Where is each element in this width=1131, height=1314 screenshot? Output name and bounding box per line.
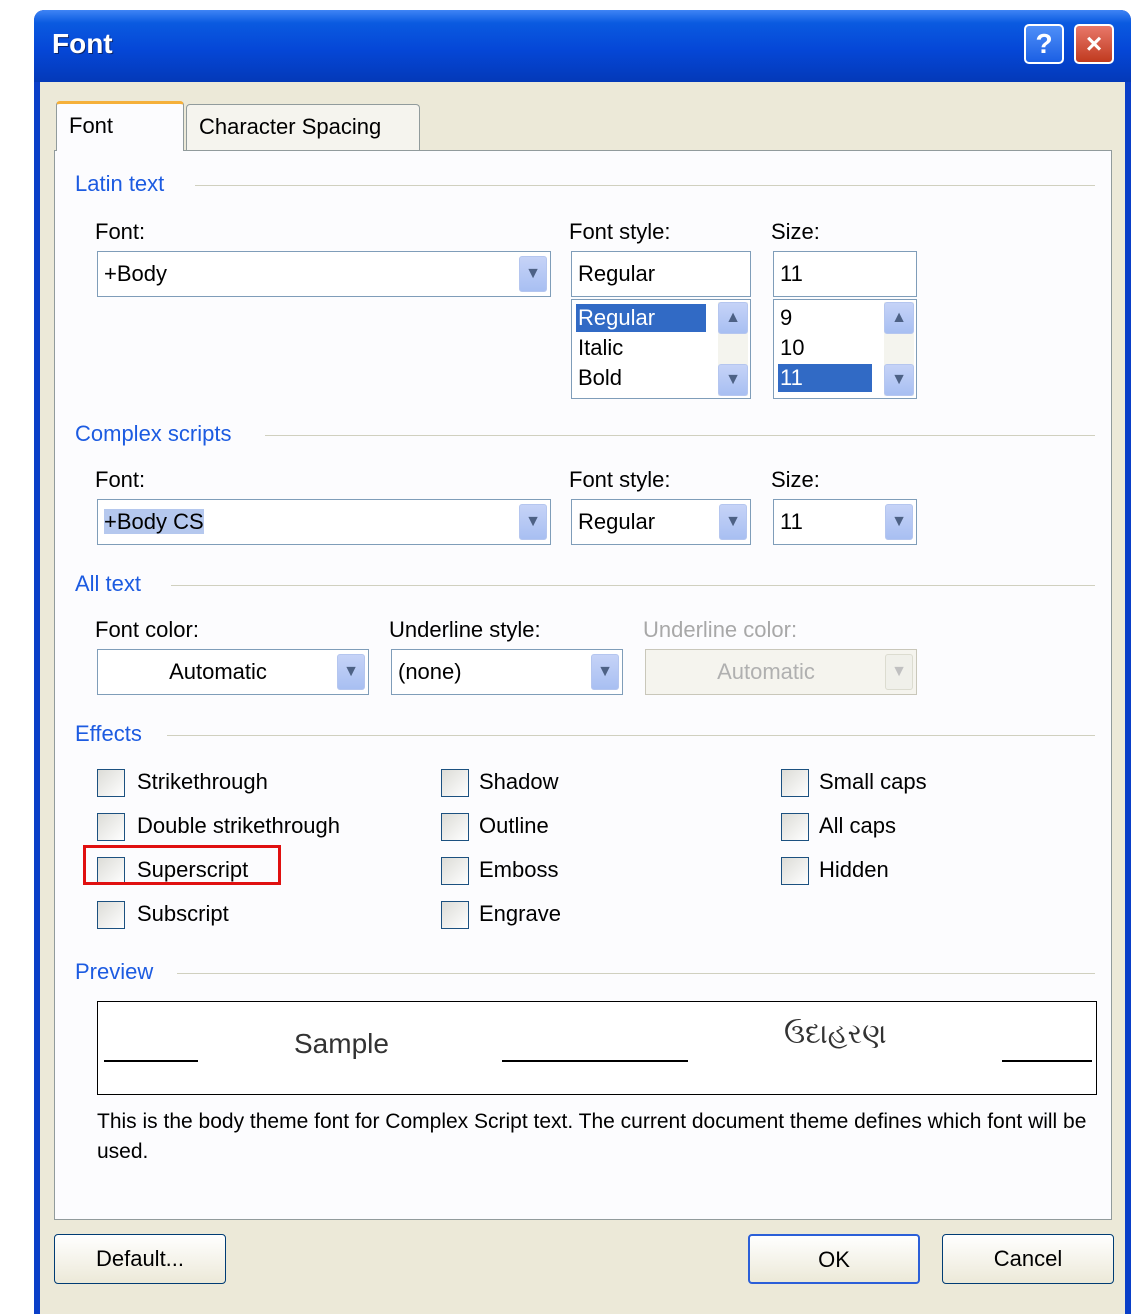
- strikethrough-label[interactable]: Strikethrough: [137, 769, 268, 795]
- divider: [265, 435, 1095, 436]
- all-text-group-label: All text: [75, 571, 142, 596]
- emboss-checkbox[interactable]: [441, 857, 469, 885]
- latin-style-value: Regular: [578, 261, 656, 286]
- chevron-down-icon[interactable]: ▼: [519, 504, 547, 540]
- underline-color-label: Underline color:: [643, 617, 798, 642]
- small-caps-label[interactable]: Small caps: [819, 769, 927, 795]
- complex-font-label: Font:: [95, 467, 146, 492]
- shadow-label[interactable]: Shadow: [479, 769, 559, 795]
- underline-color-combo: Automatic ▼: [645, 649, 917, 695]
- font-tab-panel: Latin text Font: +Body ▼ Font style: Reg…: [54, 150, 1112, 1220]
- latin-style-input[interactable]: Regular: [571, 251, 751, 297]
- complex-size-value: 11: [780, 509, 803, 534]
- default-button[interactable]: Default...: [54, 1234, 226, 1284]
- font-color-value: Automatic: [169, 659, 267, 684]
- latin-size-label: Size:: [771, 219, 820, 244]
- complex-style-value: Regular: [578, 509, 656, 534]
- list-item[interactable]: Bold: [576, 364, 622, 392]
- preview-line: [502, 1060, 688, 1062]
- scroll-up-icon[interactable]: ▲: [718, 302, 748, 334]
- preview-line: [1002, 1060, 1092, 1062]
- all-caps-checkbox[interactable]: [781, 813, 809, 841]
- chevron-down-icon[interactable]: ▼: [719, 504, 747, 540]
- dialog-body: Font Character Spacing Latin text Font: …: [40, 82, 1125, 1314]
- tab-font[interactable]: Font: [56, 101, 184, 151]
- dialog-title: Font: [52, 28, 113, 59]
- preview-description: This is the body theme font for Complex …: [97, 1110, 1087, 1163]
- ok-button[interactable]: OK: [748, 1234, 920, 1284]
- engrave-label[interactable]: Engrave: [479, 901, 561, 927]
- chevron-down-icon[interactable]: ▼: [337, 654, 365, 690]
- tab-character-spacing[interactable]: Character Spacing: [186, 104, 420, 150]
- preview-group-label: Preview: [75, 959, 154, 984]
- complex-style-label: Font style:: [569, 467, 671, 492]
- complex-font-combo[interactable]: +Body CS ▼: [97, 499, 551, 545]
- divider: [195, 185, 1095, 186]
- preview-complex-sample: ઉદાહરણ: [784, 1018, 887, 1049]
- preview-sample-text: Sample: [294, 1028, 389, 1059]
- latin-style-list[interactable]: Regular Italic Bold ▲ ▼: [571, 299, 751, 399]
- latin-font-label: Font:: [95, 219, 146, 244]
- chevron-down-icon[interactable]: ▼: [885, 504, 913, 540]
- scroll-down-icon[interactable]: ▼: [884, 364, 914, 396]
- list-item[interactable]: 9: [778, 304, 792, 332]
- complex-scripts-group-label: Complex scripts: [75, 421, 232, 446]
- cancel-button[interactable]: Cancel: [942, 1234, 1114, 1284]
- chevron-down-icon[interactable]: ▼: [519, 256, 547, 292]
- strikethrough-checkbox[interactable]: [97, 769, 125, 797]
- divider: [177, 973, 1095, 974]
- scrollbar[interactable]: ▲ ▼: [718, 302, 748, 396]
- font-color-label: Font color:: [95, 617, 199, 642]
- latin-size-input[interactable]: 11: [773, 251, 917, 297]
- scroll-up-icon[interactable]: ▲: [884, 302, 914, 334]
- superscript-highlight-box: [83, 845, 281, 885]
- font-color-combo[interactable]: Automatic ▼: [97, 649, 369, 695]
- preview-box: Sample ઉદાહરણ: [97, 1001, 1097, 1095]
- list-item[interactable]: Italic: [576, 334, 623, 362]
- effects-group-label: Effects: [75, 721, 142, 746]
- latin-size-list[interactable]: 9 10 11 ▲ ▼: [773, 299, 917, 399]
- title-bar[interactable]: Font ? ×: [34, 10, 1131, 82]
- latin-font-combo[interactable]: +Body ▼: [97, 251, 551, 297]
- font-dialog: Font ? × Font Character Spacing Latin te…: [34, 10, 1131, 1314]
- scrollbar[interactable]: ▲ ▼: [884, 302, 914, 396]
- double-strikethrough-checkbox[interactable]: [97, 813, 125, 841]
- latin-text-group-label: Latin text: [75, 171, 165, 196]
- list-item[interactable]: Regular: [576, 304, 706, 332]
- outline-label[interactable]: Outline: [479, 813, 549, 839]
- all-caps-label[interactable]: All caps: [819, 813, 896, 839]
- scroll-down-icon[interactable]: ▼: [718, 364, 748, 396]
- underline-color-value: Automatic: [717, 659, 815, 684]
- preview-line: [104, 1060, 198, 1062]
- small-caps-checkbox[interactable]: [781, 769, 809, 797]
- double-strikethrough-label[interactable]: Double strikethrough: [137, 813, 340, 839]
- emboss-label[interactable]: Emboss: [479, 857, 558, 883]
- subscript-checkbox[interactable]: [97, 901, 125, 929]
- divider: [167, 735, 1095, 736]
- complex-style-combo[interactable]: Regular ▼: [571, 499, 751, 545]
- divider: [171, 585, 1095, 586]
- subscript-label[interactable]: Subscript: [137, 901, 229, 927]
- outline-checkbox[interactable]: [441, 813, 469, 841]
- complex-font-value: +Body CS: [104, 509, 204, 534]
- underline-style-value: (none): [398, 659, 462, 684]
- close-icon[interactable]: ×: [1074, 24, 1114, 64]
- underline-style-label: Underline style:: [389, 617, 541, 642]
- latin-style-label: Font style:: [569, 219, 671, 244]
- complex-size-combo[interactable]: 11 ▼: [773, 499, 917, 545]
- chevron-down-icon: ▼: [885, 654, 913, 690]
- hidden-label[interactable]: Hidden: [819, 857, 889, 883]
- complex-size-label: Size:: [771, 467, 820, 492]
- latin-size-value: 11: [780, 261, 803, 286]
- help-icon[interactable]: ?: [1024, 24, 1064, 64]
- chevron-down-icon[interactable]: ▼: [591, 654, 619, 690]
- engrave-checkbox[interactable]: [441, 901, 469, 929]
- list-item[interactable]: 10: [778, 334, 804, 362]
- shadow-checkbox[interactable]: [441, 769, 469, 797]
- hidden-checkbox[interactable]: [781, 857, 809, 885]
- list-item[interactable]: 11: [778, 364, 872, 392]
- latin-font-value: +Body: [104, 261, 167, 286]
- underline-style-combo[interactable]: (none) ▼: [391, 649, 623, 695]
